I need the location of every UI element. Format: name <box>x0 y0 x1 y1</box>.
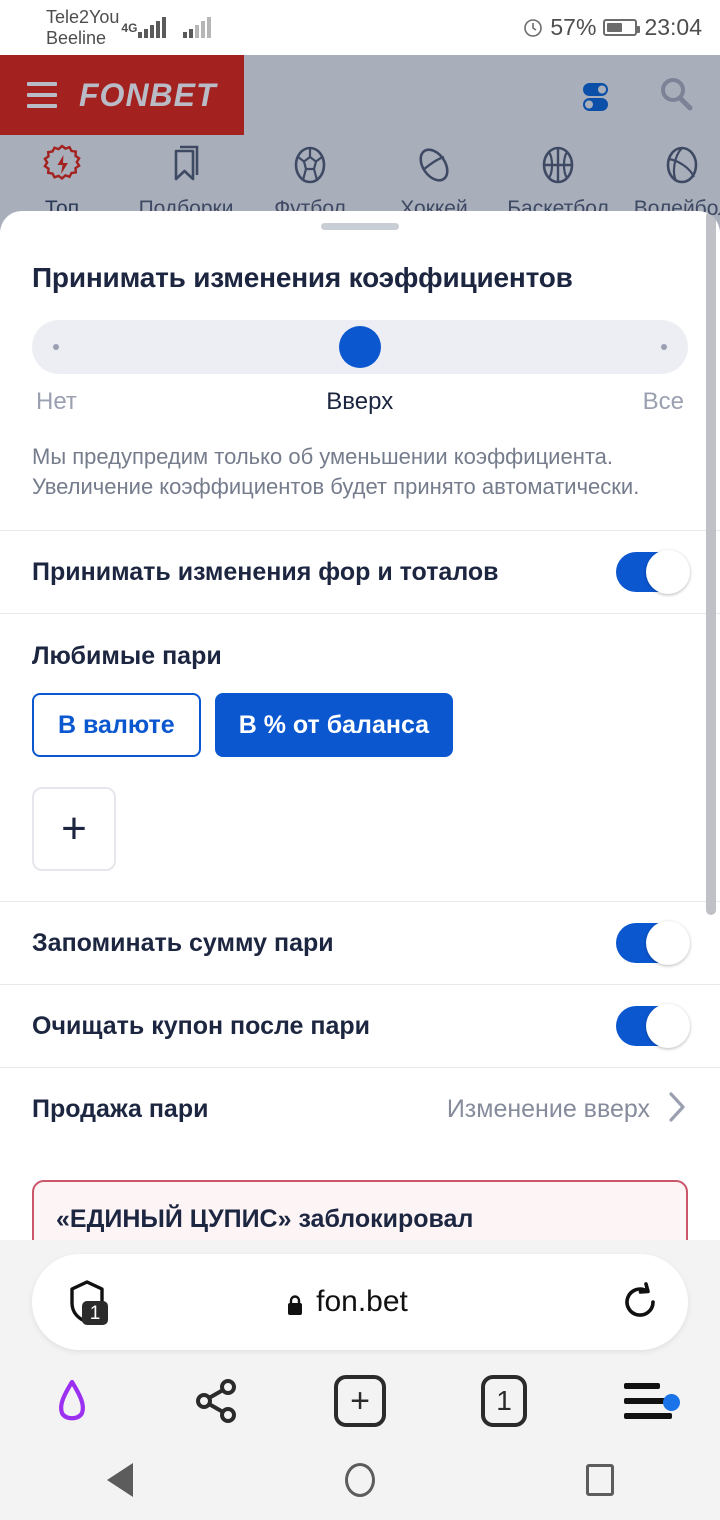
soccer-ball-icon <box>294 146 326 184</box>
row-label: Принимать изменения фор и тоталов <box>32 557 499 586</box>
carrier-secondary: Beeline <box>46 27 107 48</box>
cupis-warning-banner: «ЕДИНЫЙ ЦУПИС» заблокировал <box>32 1180 688 1241</box>
signal-group-2 <box>182 17 212 38</box>
sports-nav-item-basketball[interactable]: Баскетбол <box>496 143 620 221</box>
browser-home-icon[interactable] <box>0 1373 144 1429</box>
hamburger-menu-icon[interactable] <box>27 82 57 108</box>
new-tab-box: + <box>334 1375 386 1427</box>
clock-label: 23:04 <box>644 14 702 40</box>
settings-toggles-icon[interactable] <box>572 72 618 118</box>
home-nav-icon[interactable] <box>240 1463 480 1497</box>
slider-thumb[interactable] <box>339 326 381 368</box>
lightning-badge-icon <box>43 144 81 181</box>
row-clear-coupon[interactable]: Очищать купон после пари <box>0 985 720 1067</box>
share-icon[interactable] <box>144 1373 288 1429</box>
hockey-puck-icon <box>419 148 449 182</box>
settings-bottom-sheet: Принимать изменения коэффициентов Нет Вв… <box>0 211 720 1241</box>
carrier-primary: Tele2You <box>46 6 120 27</box>
url-text: fon.bet <box>316 1285 408 1318</box>
search-icon[interactable] <box>654 72 700 118</box>
phone-screen: Tele2You Beeline 4G 57% 23:04 FONBET Топ… <box>0 0 720 1520</box>
slider-tick-right <box>661 344 667 350</box>
sheet-scrollbar[interactable] <box>706 211 716 915</box>
slider-tick-left <box>53 344 59 350</box>
recents-nav-icon[interactable] <box>480 1464 720 1496</box>
toggle-clear-coupon[interactable] <box>616 1004 690 1048</box>
row-label: Продажа пари <box>32 1094 209 1123</box>
sports-nav-item-top[interactable]: Топ <box>0 143 124 221</box>
drag-handle[interactable] <box>321 223 399 230</box>
basketball-icon <box>542 146 574 184</box>
sports-nav-item-football[interactable]: Футбол <box>248 143 372 221</box>
network-type-label: 4G <box>121 21 138 35</box>
url-display[interactable]: fon.bet <box>102 1285 592 1319</box>
page-title: Принимать изменения коэффициентов <box>32 262 573 293</box>
tab-switcher-icon[interactable]: 1 <box>432 1375 576 1427</box>
toggle-thumb <box>646 1004 690 1048</box>
header-actions <box>572 55 700 135</box>
slider-track[interactable] <box>32 320 688 374</box>
sheet-scroll-area: Принимать изменения коэффициентов Нет Вв… <box>0 230 720 1241</box>
chip-currency[interactable]: В валюте <box>32 693 201 757</box>
status-bar-right: 57% 23:04 <box>523 0 702 55</box>
browser-menu-icon[interactable] <box>576 1383 720 1419</box>
reload-icon[interactable] <box>592 1279 688 1325</box>
odds-change-slider[interactable]: Нет Вверх Все <box>0 294 720 416</box>
chip-percent-of-balance[interactable]: В % от баланса <box>214 693 454 757</box>
android-nav-bar <box>0 1440 720 1520</box>
tab-count-label: 1 <box>481 1375 527 1427</box>
shield-count-label: 1 <box>90 1303 101 1324</box>
status-bar-left: Tele2You Beeline 4G <box>46 7 212 49</box>
alarm-icon <box>523 18 543 38</box>
sports-nav-item-podborki[interactable]: Подборки <box>124 143 248 221</box>
row-handicap-totals[interactable]: Принимать изменения фор и тоталов <box>0 531 720 613</box>
toggle-handicap-totals[interactable] <box>616 550 690 594</box>
menu-notification-dot <box>662 1394 680 1411</box>
add-favorite-button[interactable]: + <box>32 787 116 871</box>
sports-nav-item-hockey[interactable]: Хоккей <box>372 143 496 221</box>
back-nav-icon[interactable] <box>0 1463 240 1497</box>
new-tab-icon[interactable]: + <box>288 1375 432 1427</box>
favorite-bets-section: Любимые пари В валюте В % от баланса + <box>0 614 720 871</box>
favorites-mode-chips: В валюте В % от баланса <box>0 671 720 757</box>
plus-icon: + <box>61 803 87 853</box>
row-right: Изменение вверх <box>447 1090 688 1129</box>
browser-url-bar[interactable]: 1 fon.bet <box>32 1254 688 1350</box>
slider-option-all[interactable]: Все <box>643 388 684 416</box>
chevron-right-icon[interactable] <box>666 1090 688 1129</box>
signal-bars-sim2 <box>183 17 212 38</box>
signal-bars-sim1 <box>138 17 167 38</box>
battery-icon <box>603 19 641 36</box>
lock-icon <box>286 1291 304 1315</box>
toggle-thumb <box>646 550 690 594</box>
browser-chrome: 1 fon.bet + 1 <box>0 1240 720 1440</box>
slider-labels: Нет Вверх Все <box>32 374 688 416</box>
row-remember-amount[interactable]: Запоминать сумму пари <box>0 902 720 984</box>
volleyball-icon <box>666 146 698 184</box>
battery-percent-label: 57% <box>550 14 597 40</box>
toggle-thumb <box>646 921 690 965</box>
row-label: Запоминать сумму пари <box>32 928 334 957</box>
toggle-remember-amount[interactable] <box>616 921 690 965</box>
android-status-bar: Tele2You Beeline 4G 57% 23:04 <box>0 0 720 55</box>
brand-block: FONBET <box>0 55 244 135</box>
row-sell-bet[interactable]: Продажа пари Изменение вверх <box>0 1068 720 1150</box>
signal-group-1: 4G <box>121 17 167 38</box>
row-value: Изменение вверх <box>446 1094 650 1123</box>
row-label: Очищать купон после пари <box>32 1011 371 1040</box>
slider-option-up[interactable]: Вверх <box>326 388 393 416</box>
fonbet-app-header: FONBET <box>0 55 720 135</box>
fonbet-logo: FONBET <box>79 76 217 113</box>
bookmark-icon <box>174 145 199 181</box>
favorites-title: Любимые пари <box>32 642 222 670</box>
browser-toolbar: + 1 <box>0 1362 720 1440</box>
carrier-labels: Tele2You Beeline <box>46 7 119 49</box>
sports-nav-item-volleyball[interactable]: Волейбол <box>620 143 720 221</box>
slider-option-none[interactable]: Нет <box>36 388 77 416</box>
odds-change-hint: Мы предупредим только об уменьшении коэф… <box>32 444 640 499</box>
